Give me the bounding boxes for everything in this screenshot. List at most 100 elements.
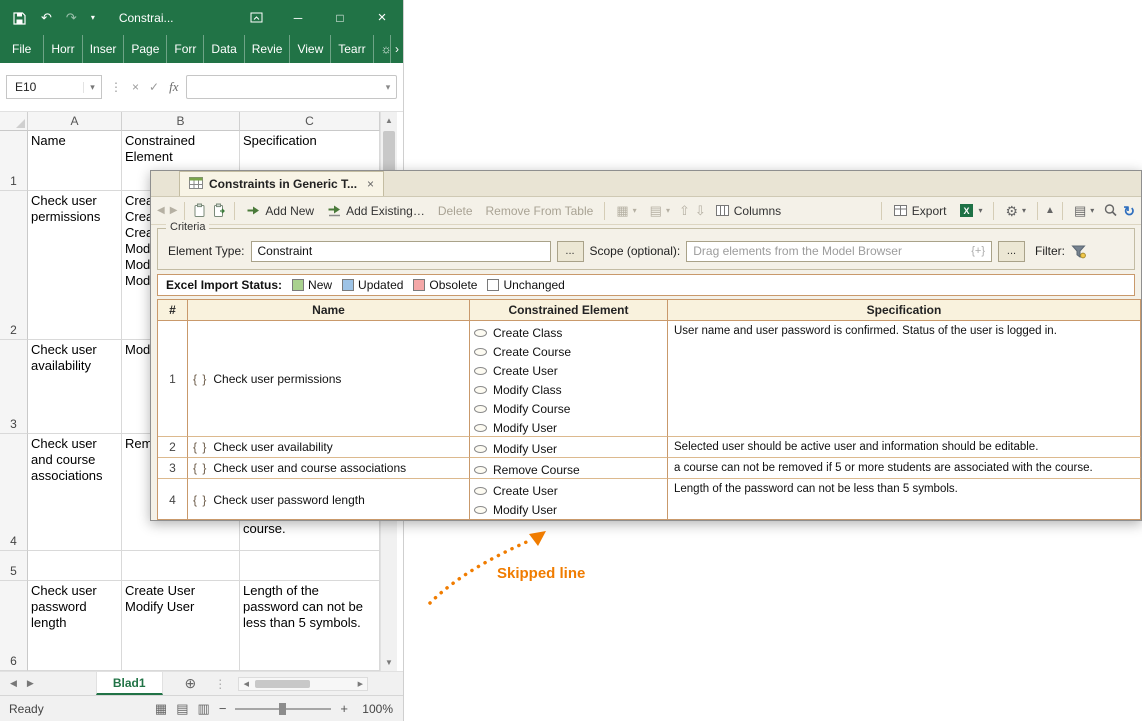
element-item[interactable]: Create Course <box>474 342 663 361</box>
row-number[interactable]: 3 <box>158 458 188 479</box>
ribbon-tab-home[interactable]: Horr <box>44 35 83 63</box>
horizontal-scroll-thumb[interactable] <box>255 679 311 688</box>
insert-function-icon[interactable]: fx <box>169 79 178 95</box>
element-item[interactable]: Create Class <box>474 323 663 342</box>
element-item[interactable]: Create User <box>474 361 663 380</box>
header-number[interactable]: # <box>158 300 188 321</box>
page-break-view-icon[interactable]: ▥ <box>198 701 210 717</box>
zoom-out-icon[interactable]: − <box>219 701 227 716</box>
delete-button[interactable]: Delete <box>434 202 477 220</box>
constrained-elements-cell[interactable]: Remove Course <box>470 458 668 479</box>
element-type-browse-button[interactable]: ... <box>556 240 584 262</box>
zoom-slider[interactable] <box>235 702 332 716</box>
row-header-4[interactable]: 4 <box>0 434 28 551</box>
scroll-right-icon[interactable]: ▶ <box>353 680 367 688</box>
cell-c6[interactable]: Length of the password can not be less t… <box>240 581 380 671</box>
tell-me-box[interactable]: ☼ Tell m <box>374 35 391 63</box>
element-item[interactable]: Modify User <box>474 439 663 457</box>
forward-icon[interactable]: ▶ <box>170 205 178 216</box>
header-specification[interactable]: Specification <box>668 300 1141 321</box>
view-mode-dropdown-icon[interactable]: ▾ <box>1090 206 1094 215</box>
scroll-left-icon[interactable]: ◀ <box>239 680 253 688</box>
specification-cell[interactable]: Selected user should be active user and … <box>668 437 1141 458</box>
constrained-elements-cell[interactable]: Create Class Create Course Create User M… <box>470 321 668 437</box>
scope-browse-button[interactable]: ... <box>998 240 1025 262</box>
constrained-elements-cell[interactable]: Create User Modify User <box>470 479 668 519</box>
cell-b6[interactable]: Create User Modify User <box>122 581 240 671</box>
back-icon[interactable]: ◀ <box>157 205 165 216</box>
column-header-a[interactable]: A <box>28 112 122 131</box>
row-number[interactable]: 1 <box>158 321 188 437</box>
row-header-1[interactable]: 1 <box>0 131 28 191</box>
cell-a6[interactable]: Check user password length <box>28 581 122 671</box>
element-item[interactable]: Modify Course <box>474 399 663 418</box>
ribbon-overflow-icon[interactable]: › <box>391 35 403 63</box>
columns-button[interactable]: Columns <box>711 201 785 220</box>
ribbon-tab-view[interactable]: View <box>290 35 332 63</box>
scope-insert-icon[interactable]: {+} <box>965 245 985 257</box>
remove-from-table-button[interactable]: Remove From Table <box>482 202 598 220</box>
cell-a4[interactable]: Check user and course associations <box>28 434 122 551</box>
select-all-corner[interactable] <box>0 112 28 131</box>
constraint-name-cell[interactable]: { } Check user password length <box>188 479 470 519</box>
ribbon-tab-file[interactable]: File <box>0 35 45 63</box>
row-number[interactable]: 2 <box>158 437 188 458</box>
scope-field[interactable]: Drag elements from the Model Browser {+} <box>686 240 992 262</box>
row-header-2[interactable]: 2 <box>0 191 28 340</box>
copy-icon[interactable] <box>192 203 207 218</box>
row-header-5[interactable]: 5 <box>0 551 28 581</box>
add-existing-button[interactable]: Add Existing… <box>323 201 429 220</box>
element-item[interactable]: Create User <box>474 481 663 500</box>
cell-a2[interactable]: Check user permissions <box>28 191 122 340</box>
maximize-button[interactable]: □ <box>319 7 361 29</box>
settings-button[interactable]: ⚙ ▾ <box>1001 202 1030 220</box>
sheet-prev-icon[interactable]: ◀ <box>10 678 17 689</box>
ribbon-tab-team[interactable]: Tearr <box>331 35 374 63</box>
header-constrained-element[interactable]: Constrained Element <box>470 300 668 321</box>
element-item[interactable]: Remove Course <box>474 460 663 478</box>
page-layout-view-icon[interactable]: ▤ <box>176 701 188 717</box>
element-item[interactable]: Modify User <box>474 418 663 436</box>
collapse-panel-icon[interactable]: ▲ <box>1045 205 1055 216</box>
minimize-button[interactable]: ─ <box>277 7 319 29</box>
ribbon-tab-insert[interactable]: Inser <box>83 35 125 63</box>
specification-cell[interactable]: User name and user password is confirmed… <box>668 321 1141 437</box>
paste-icon[interactable] <box>212 203 227 218</box>
ribbon-tab-page-layout[interactable]: Page <box>124 35 168 63</box>
sheet-next-icon[interactable]: ▶ <box>27 678 34 689</box>
cancel-icon[interactable]: × <box>132 80 139 94</box>
tab-close-icon[interactable]: × <box>367 177 374 191</box>
cell-b5[interactable] <box>122 551 240 581</box>
name-box[interactable]: E10 ▾ <box>6 75 102 99</box>
ungroup-icon[interactable]: ▤ ▾ <box>646 202 674 219</box>
horizontal-scrollbar[interactable]: ◀ ▶ <box>238 676 369 691</box>
constraint-name-cell[interactable]: { } Check user permissions <box>188 321 470 437</box>
name-box-dropdown-icon[interactable]: ▾ <box>83 81 101 93</box>
add-new-button[interactable]: Add New <box>242 201 318 220</box>
formula-expand-icon[interactable]: ▾ <box>380 82 396 93</box>
nest-rows-icon[interactable]: ▦ ▾ <box>612 202 640 219</box>
excel-export-dropdown-icon[interactable]: ▾ <box>978 206 982 215</box>
search-icon[interactable] <box>1103 203 1118 218</box>
view-mode-button[interactable]: ▤ ▾ <box>1070 202 1098 219</box>
constraint-name-cell[interactable]: { } Check user and course associations <box>188 458 470 479</box>
move-down-icon[interactable]: ⇩ <box>695 204 706 217</box>
column-header-c[interactable]: C <box>240 112 380 131</box>
sheet-tab-blad1[interactable]: Blad1 <box>95 672 163 695</box>
settings-dropdown-icon[interactable]: ▾ <box>1022 206 1026 215</box>
specification-cell[interactable]: a course can not be removed if 5 or more… <box>668 458 1141 479</box>
row-header-6[interactable]: 6 <box>0 581 28 671</box>
scroll-up-icon[interactable]: ▲ <box>381 112 397 129</box>
undo-icon[interactable]: ↶ <box>41 10 52 26</box>
filter-funnel-icon[interactable] <box>1071 243 1086 259</box>
horizontal-scroll-track[interactable] <box>253 678 353 690</box>
tab-constraints-table[interactable]: Constraints in Generic T... × <box>179 171 385 196</box>
column-header-b[interactable]: B <box>122 112 240 131</box>
enter-icon[interactable]: ✓ <box>149 80 159 94</box>
add-sheet-icon[interactable]: ⊕ <box>185 675 197 692</box>
formula-input[interactable]: ▾ <box>186 75 397 99</box>
row-number[interactable]: 4 <box>158 479 188 519</box>
zoom-level[interactable]: 100% <box>357 702 393 716</box>
scroll-down-icon[interactable]: ▼ <box>381 654 397 671</box>
element-item[interactable]: Modify User <box>474 500 663 519</box>
